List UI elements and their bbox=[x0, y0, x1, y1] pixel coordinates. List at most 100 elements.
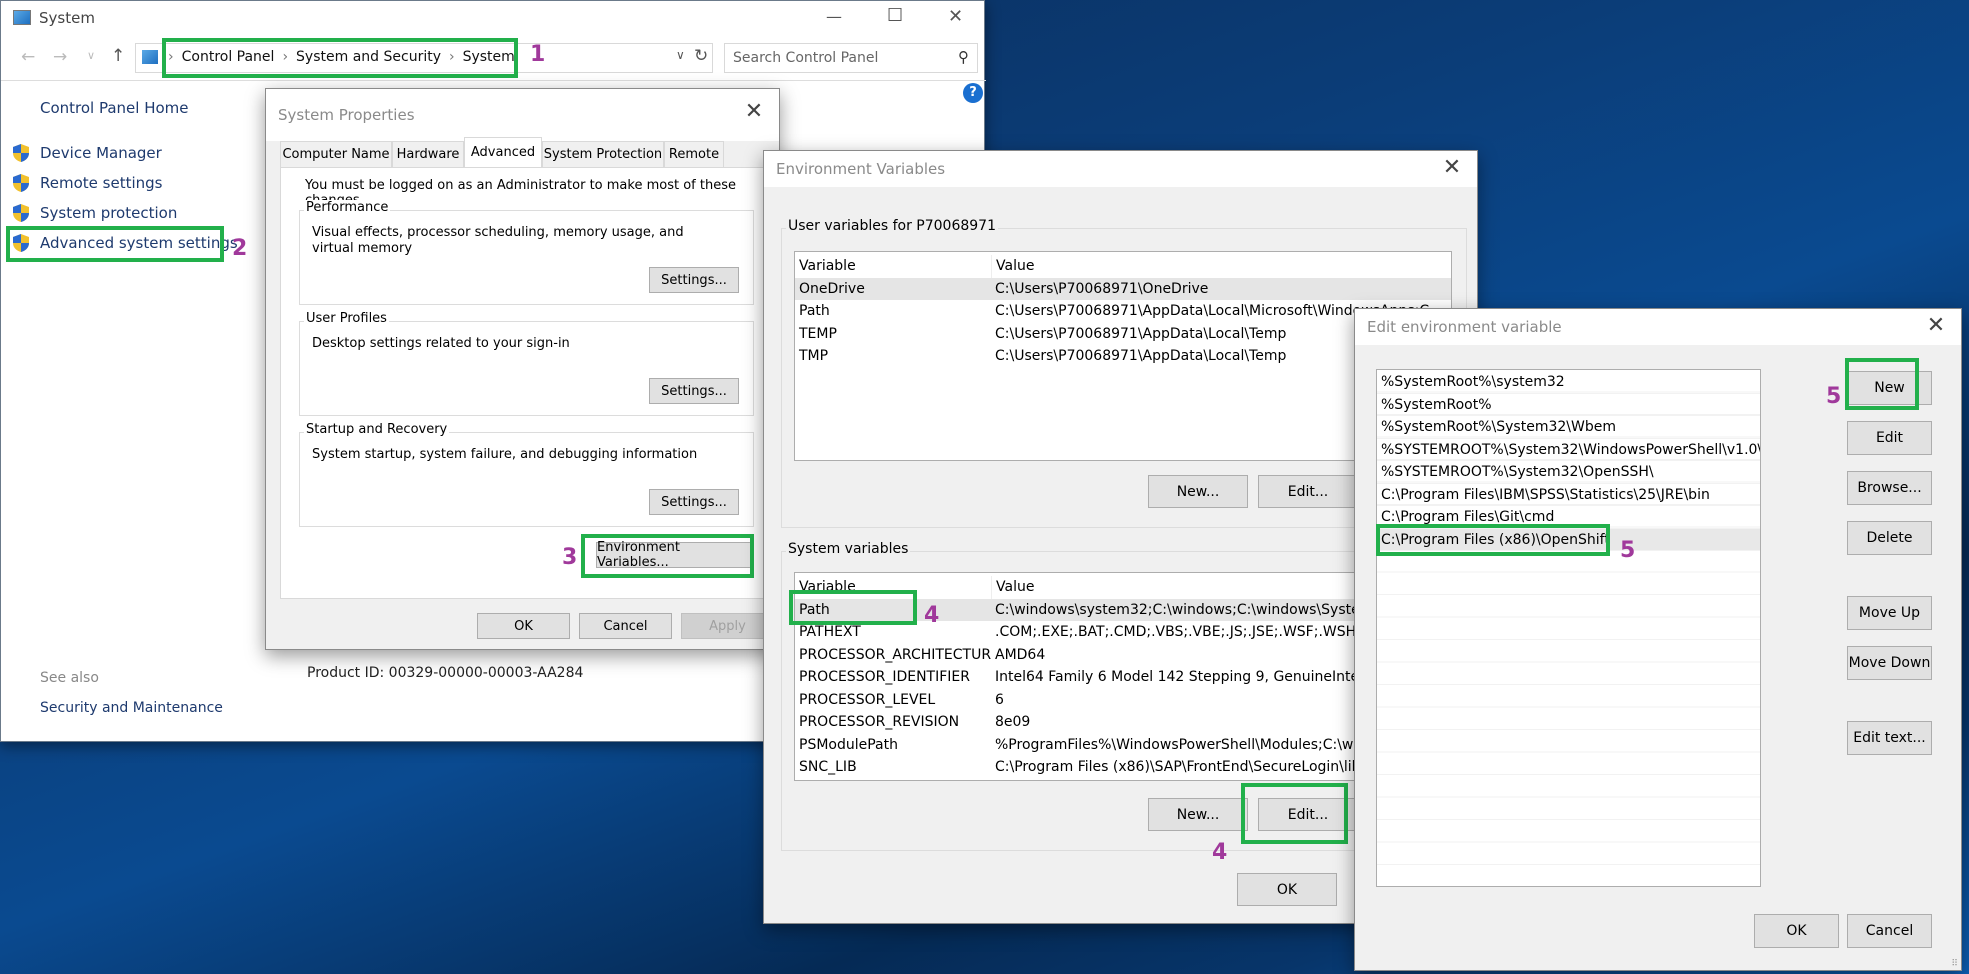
delete-button[interactable]: Delete bbox=[1847, 521, 1932, 555]
search-box[interactable]: Search Control Panel ⚲ bbox=[724, 43, 978, 73]
button-label: Settings... bbox=[661, 494, 727, 510]
sidebar-item-system-protection[interactable]: System protection bbox=[40, 204, 177, 222]
table-row[interactable]: OneDrive C:\Users\P70068971\OneDrive bbox=[795, 277, 1451, 300]
list-item[interactable]: C:\Program Files\IBM\SPSS\Statistics\25\… bbox=[1377, 484, 1760, 506]
new-button[interactable]: New bbox=[1847, 371, 1932, 405]
table-row[interactable]: SNC_LIB C:\Program Files (x86)\SAP\FrontE… bbox=[795, 756, 1451, 779]
table-row[interactable]: PROCESSOR_ARCHITECTURE AMD64 bbox=[795, 644, 1451, 667]
tab-system-protection[interactable]: System Protection bbox=[542, 141, 664, 167]
minimize-button[interactable]: — bbox=[826, 7, 842, 26]
table-row[interactable]: PATHEXT .COM;.EXE;.BAT;.CMD;.VBS;.VBE;.JS… bbox=[795, 621, 1451, 644]
search-input[interactable]: Search Control Panel bbox=[733, 50, 878, 66]
list-item[interactable]: %SystemRoot% bbox=[1377, 394, 1760, 416]
shield-icon bbox=[13, 144, 29, 162]
breadcrumb-system[interactable]: System bbox=[463, 49, 515, 65]
dialog-title-bar: Environment Variables ✕ bbox=[764, 151, 1477, 187]
breadcrumb-system-security[interactable]: System and Security bbox=[296, 49, 441, 65]
var-name: Path bbox=[799, 601, 830, 618]
table-row[interactable]: TEMP C:\Users\P70068971\AppData\Local\Tem… bbox=[795, 323, 1451, 346]
help-icon[interactable]: ? bbox=[963, 83, 983, 103]
close-icon[interactable]: ✕ bbox=[743, 101, 765, 123]
tab-remote[interactable]: Remote bbox=[664, 141, 724, 167]
var-name: PROCESSOR_LEVEL bbox=[799, 691, 936, 708]
performance-settings-button[interactable]: Settings... bbox=[649, 267, 739, 293]
group-label: Performance bbox=[304, 200, 391, 215]
close-button[interactable]: ✕ bbox=[948, 6, 963, 27]
system-new-button[interactable]: New... bbox=[1148, 798, 1248, 831]
group-label: System variables bbox=[786, 541, 911, 557]
list-item-selected[interactable]: C:\Program Files (x86)\OpenShift bbox=[1377, 528, 1760, 551]
security-maintenance-link[interactable]: Security and Maintenance bbox=[40, 700, 223, 716]
group-desc: Visual effects, processor scheduling, me… bbox=[312, 225, 684, 256]
forward-arrow-icon[interactable]: → bbox=[53, 47, 67, 67]
var-name: PROCESSOR_IDENTIFIER bbox=[799, 669, 970, 685]
edit-text-button[interactable]: Edit text... bbox=[1847, 721, 1932, 755]
close-icon[interactable]: ✕ bbox=[1441, 157, 1463, 179]
table-row[interactable]: PROCESSOR_IDENTIFIER Intel64 Family 6 Mod… bbox=[795, 666, 1451, 689]
column-value[interactable]: Value bbox=[991, 255, 1451, 278]
refresh-icon[interactable]: ↻ bbox=[694, 46, 708, 66]
button-label: Edit... bbox=[1287, 483, 1329, 500]
recent-dropdown-icon[interactable]: ∨ bbox=[87, 49, 95, 62]
step-3-label: 3 bbox=[562, 545, 578, 570]
cancel-button[interactable]: Cancel bbox=[1847, 914, 1932, 948]
table-row[interactable]: Path C:\windows\system32;C:\windows;C:\wi… bbox=[795, 598, 1451, 621]
address-bar[interactable]: › Control Panel › System and Security › … bbox=[135, 43, 713, 73]
product-id: Product ID: 00329-00000-00003-AA284 bbox=[307, 665, 584, 681]
address-dropdown-icon[interactable]: ∨ bbox=[676, 48, 685, 62]
user-edit-button[interactable]: Edit... bbox=[1258, 475, 1358, 508]
path-entries-list[interactable]: %SystemRoot%\system32 %SystemRoot% %Syst… bbox=[1376, 369, 1761, 887]
back-arrow-icon[interactable]: ← bbox=[21, 47, 35, 67]
tab-hardware[interactable]: Hardware bbox=[392, 141, 464, 167]
sidebar-item-device-manager[interactable]: Device Manager bbox=[40, 144, 162, 162]
environment-variables-button[interactable]: Environment Variables... bbox=[596, 540, 754, 570]
table-row[interactable]: TMP C:\Users\P70068971\AppData\Local\Temp bbox=[795, 345, 1451, 368]
user-profiles-settings-button[interactable]: Settings... bbox=[649, 378, 739, 404]
breadcrumb-control-panel[interactable]: Control Panel bbox=[182, 49, 275, 65]
table-row[interactable]: Path C:\Users\P70068971\AppData\Local\Mic… bbox=[795, 300, 1451, 323]
control-panel-home-link[interactable]: Control Panel Home bbox=[40, 99, 189, 117]
table-row[interactable]: PROCESSOR_LEVEL 6 bbox=[795, 689, 1451, 712]
button-label: Apply bbox=[709, 618, 746, 634]
startup-settings-button[interactable]: Settings... bbox=[649, 489, 739, 515]
browse-button[interactable]: Browse... bbox=[1847, 471, 1932, 505]
step-1-label: 1 bbox=[530, 42, 546, 67]
nav-divider bbox=[1, 80, 986, 81]
resize-grip-icon[interactable]: ⠿ bbox=[1951, 959, 1958, 969]
move-down-button[interactable]: Move Down bbox=[1847, 646, 1932, 680]
breadcrumb-sep: › bbox=[282, 49, 289, 65]
breadcrumb-sep: › bbox=[448, 49, 455, 65]
user-new-button[interactable]: New... bbox=[1148, 475, 1248, 508]
column-variable[interactable]: Variable bbox=[795, 576, 991, 599]
edit-button[interactable]: Edit bbox=[1847, 421, 1932, 455]
var-name: TEMP bbox=[799, 325, 837, 342]
column-variable[interactable]: Variable bbox=[795, 255, 991, 278]
close-icon[interactable]: ✕ bbox=[1925, 315, 1947, 337]
performance-group: Performance Visual effects, processor sc… bbox=[299, 200, 754, 305]
sidebar-item-advanced-system-settings[interactable]: Advanced system settings bbox=[40, 234, 238, 252]
list-item[interactable]: %SystemRoot%\system32 bbox=[1377, 371, 1760, 394]
list-item[interactable]: %SYSTEMROOT%\System32\OpenSSH\ bbox=[1377, 461, 1760, 484]
list-item[interactable]: %SystemRoot%\System32\Wbem bbox=[1377, 416, 1760, 439]
cancel-button[interactable]: Cancel bbox=[579, 613, 672, 639]
ok-button[interactable]: OK bbox=[477, 613, 570, 639]
user-profiles-group: User Profiles Desktop settings related t… bbox=[299, 311, 754, 416]
system-edit-button[interactable]: Edit... bbox=[1258, 798, 1358, 831]
step-5-label: 5 bbox=[1620, 538, 1636, 563]
tab-computer-name[interactable]: Computer Name bbox=[280, 141, 392, 167]
tab-advanced[interactable]: Advanced bbox=[464, 137, 542, 167]
apply-button[interactable]: Apply bbox=[681, 613, 774, 639]
up-arrow-icon[interactable]: ↑ bbox=[111, 46, 125, 66]
ok-button[interactable]: OK bbox=[1237, 873, 1337, 906]
search-icon[interactable]: ⚲ bbox=[958, 48, 969, 66]
table-row[interactable]: PROCESSOR_REVISION 8e09 bbox=[795, 711, 1451, 734]
move-up-button[interactable]: Move Up bbox=[1847, 596, 1932, 630]
maximize-button[interactable]: ☐ bbox=[887, 5, 903, 26]
var-name: PSModulePath bbox=[799, 736, 898, 753]
sidebar-item-remote-settings[interactable]: Remote settings bbox=[40, 174, 162, 192]
button-label: Environment Variables... bbox=[597, 540, 681, 570]
table-row[interactable]: PSModulePath %ProgramFiles%\WindowsPowerS… bbox=[795, 734, 1451, 757]
list-item[interactable]: C:\Program Files\Git\cmd bbox=[1377, 506, 1760, 529]
ok-button[interactable]: OK bbox=[1754, 914, 1839, 948]
list-item[interactable]: %SYSTEMROOT%\System32\WindowsPowerShell\… bbox=[1377, 439, 1760, 461]
